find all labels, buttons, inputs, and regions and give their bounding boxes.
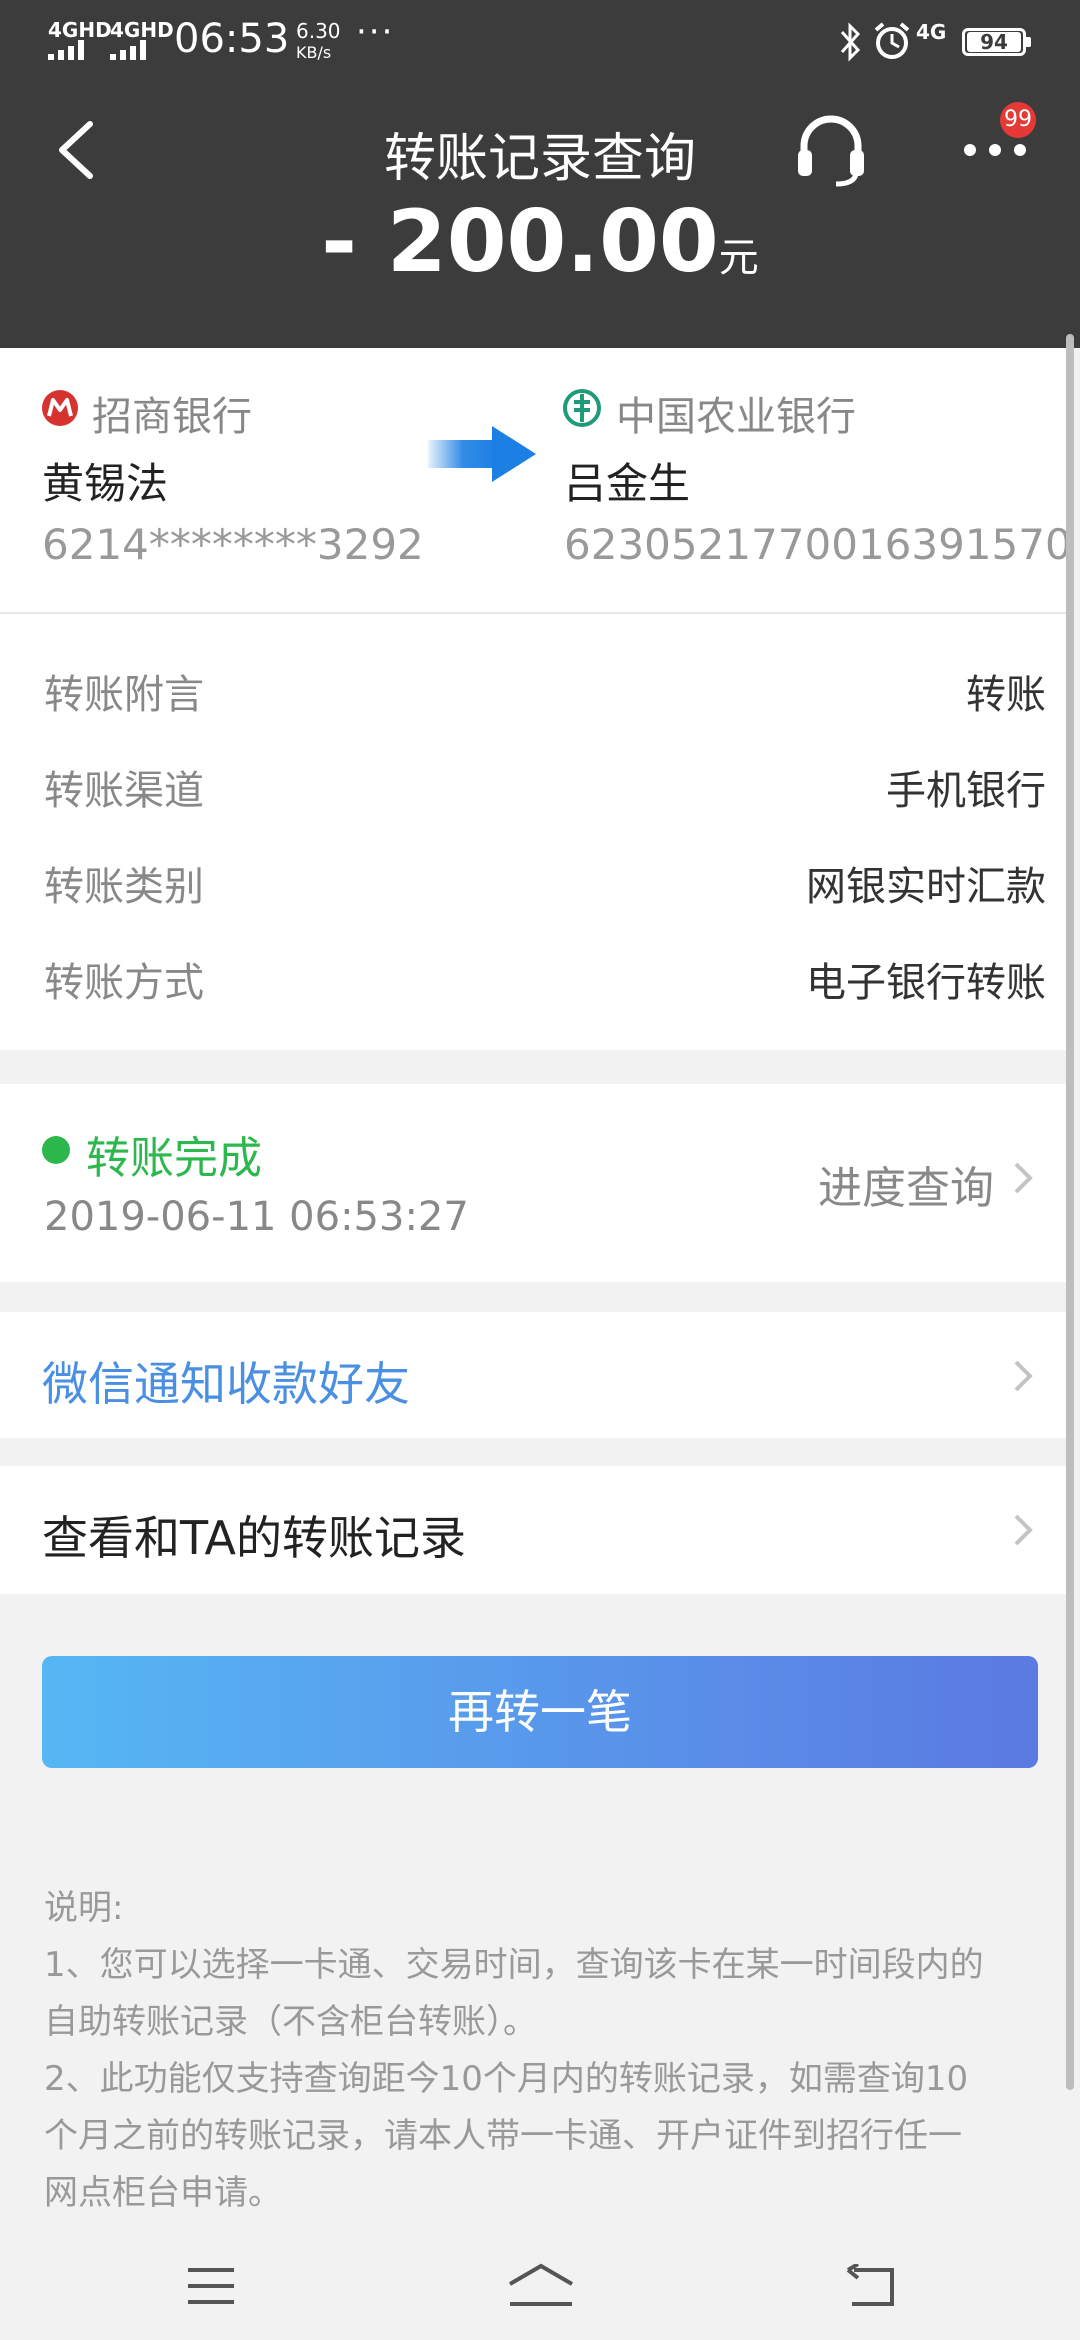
menu-icon[interactable] (186, 2266, 236, 2306)
network-label-3: 4G (916, 20, 947, 44)
detail-label-memo: 转账附言 (44, 672, 204, 718)
status-timestamp: 2019-06-11 06:53:27 (44, 1194, 469, 1240)
battery-icon: 94 (962, 28, 1031, 56)
status-dot-icon (42, 1136, 70, 1164)
customer-service-icon[interactable] (796, 112, 866, 188)
chevron-right-icon (1014, 1514, 1033, 1546)
transfer-arrow-icon (428, 426, 536, 482)
detail-value-channel: 手机银行 (886, 768, 1046, 814)
notes-section: 说明: 1、您可以选择一卡通、交易时间，查询该卡在某一时间段内的 自助转账记录（… (44, 1880, 1044, 2222)
status-dots: ··· (356, 12, 395, 52)
speed-unit: KB/s (296, 43, 332, 62)
detail-label-method: 转账方式 (44, 960, 204, 1006)
notes-heading: 说明: (44, 1888, 124, 1928)
abc-bank-logo-icon (563, 389, 601, 427)
system-nav-bar (0, 2220, 1080, 2340)
notes-line: 个月之前的转账记录，请本人带一卡通、开户证件到招行任一 (44, 2116, 962, 2156)
detail-label-channel: 转账渠道 (44, 768, 204, 814)
detail-value-method: 电子银行转账 (806, 960, 1046, 1006)
page-title: 转账记录查询 (383, 129, 696, 189)
transfer-status-card: 转账完成 2019-06-11 06:53:27 进度查询 (0, 1084, 1066, 1282)
chevron-right-icon (1014, 1360, 1033, 1392)
transfer-again-button[interactable]: 再转一笔 (42, 1656, 1038, 1768)
progress-query-link[interactable]: 进度查询 (818, 1152, 994, 1216)
from-account-number: 6214********3292 (42, 520, 424, 569)
detail-value-memo: 转账 (966, 672, 1046, 718)
amount-value: - 200.00 (321, 192, 719, 292)
status-text: 转账完成 (86, 1133, 262, 1184)
from-bank-name: 招商银行 (92, 394, 252, 440)
network-label-2: 4GHD (110, 18, 174, 42)
notes-line: 1、您可以选择一卡通、交易时间，查询该卡在某一时间段内的 (44, 1945, 984, 1985)
network-label-1: 4GHD (48, 18, 112, 42)
detail-value-category: 网银实时汇款 (806, 864, 1046, 910)
history-link-label: 查看和TA的转账记录 (42, 1511, 466, 1565)
to-bank-name: 中国农业银行 (616, 394, 856, 440)
transfer-details-card: 转账附言 转账 转账渠道 手机银行 转账类别 网银实时汇款 转账方式 电子银行转… (0, 614, 1066, 1050)
from-account-name: 黄锡法 (42, 459, 169, 508)
wechat-notify-row[interactable]: 微信通知收款好友 (0, 1312, 1066, 1438)
notification-badge: 99 (1000, 102, 1036, 138)
notes-line: 自助转账记录（不含柜台转账）。 (44, 2002, 537, 2042)
scrollbar[interactable] (1066, 334, 1074, 2090)
transfer-amount: - 200.00元 (0, 192, 1080, 292)
network-speed: 6.30 KB/s (296, 20, 341, 64)
transfer-parties-card: 招商银行 黄锡法 6214********3292 中国农业银行 吕金生 623… (0, 348, 1072, 614)
battery-level: 94 (967, 32, 1021, 52)
detail-label-category: 转账类别 (44, 864, 204, 910)
chevron-right-icon[interactable] (1010, 1158, 1036, 1198)
to-account-name: 吕金生 (564, 459, 691, 508)
back-nav-icon[interactable] (844, 2264, 896, 2308)
clock-time: 06:53 (174, 16, 290, 62)
transfer-history-row[interactable]: 查看和TA的转账记录 (0, 1466, 1066, 1594)
cmb-bank-logo-icon (42, 390, 78, 426)
home-icon[interactable] (506, 2262, 576, 2308)
signal-icon-1 (48, 40, 94, 60)
status-bar: 4GHD 4GHD 06:53 6.30 KB/s ··· 4G 94 (0, 0, 1080, 80)
speed-value: 6.30 (296, 19, 341, 43)
notes-line: 2、此功能仅支持查询距今10个月内的转账记录，如需查询10 (44, 2059, 969, 2099)
wechat-notify-label: 微信通知收款好友 (42, 1357, 410, 1411)
amount-unit: 元 (718, 235, 759, 281)
to-account-number: 6230521770016391570 (564, 520, 1072, 569)
alarm-icon (874, 22, 910, 59)
notes-line: 网点柜台申请。 (44, 2173, 282, 2213)
bluetooth-icon (840, 22, 861, 62)
header-bar: 4GHD 4GHD 06:53 6.30 KB/s ··· 4G 94 转账记录… (0, 0, 1080, 348)
signal-icon-2 (110, 40, 156, 60)
